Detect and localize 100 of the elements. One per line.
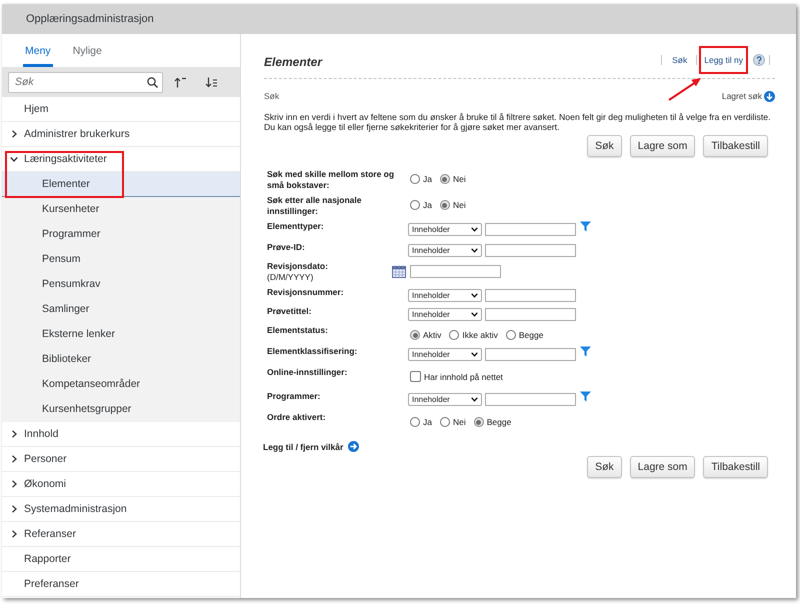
arrow-up-line-icon[interactable] [174, 76, 187, 88]
submenu-item[interactable]: Kompetanseområder [2, 372, 240, 397]
menu-item[interactable]: Økonomi [2, 472, 240, 497]
field-label: Elementklassifisering: [267, 346, 358, 357]
instructions-text: Skriv inn en verdi i hvert av feltene som du ønsker å bruke til å filtrere søket. Noen felt gir deg muligheten til å velge fra en verdiliste. Du kan også legge til eller fjerne søkekriterier for å gjøre søket mer avansert. [264, 113, 772, 132]
submenu-item[interactable]: Programmer [2, 222, 240, 247]
chevron-down-icon[interactable] [10, 155, 18, 163]
field-label: Elementtyper: [267, 221, 325, 232]
filter-icon[interactable] [580, 346, 591, 357]
down-arrow-circle-icon[interactable] [764, 90, 775, 102]
toolbar-link[interactable]: Søk [672, 54, 688, 64]
checkbox-label: Har innhold på nettet [424, 372, 503, 382]
radio-button[interactable] [449, 330, 460, 340]
menu-item[interactable]: Rapporter [2, 547, 240, 572]
radio-button[interactable] [410, 417, 420, 427]
save-as-button[interactable]: Lagre som [630, 456, 696, 478]
condition-dropdown[interactable]: Inneholder [408, 289, 482, 302]
add-remove-criteria-link[interactable]: Legg til / fjern vilkår [263, 442, 344, 452]
radio-label: Ja [423, 200, 432, 210]
field-label: Programmer: [267, 391, 322, 402]
text-field[interactable] [485, 348, 576, 361]
field-label: Prøvetittel: [267, 306, 312, 317]
right-arrow-circle-icon[interactable] [348, 441, 360, 452]
format-hint: (D/M/YYYY) [267, 272, 314, 283]
text-field[interactable] [485, 393, 576, 406]
arrow-down-lines-icon[interactable] [205, 76, 218, 88]
reset-button[interactable]: Tilbakestill [703, 456, 768, 478]
radio-button[interactable] [474, 417, 484, 427]
chevron-down-icon [471, 352, 478, 357]
search-icon[interactable] [147, 76, 158, 88]
menu-item[interactable]: Preferanser [2, 572, 240, 597]
text-field[interactable] [485, 244, 576, 257]
radio-label: Ikke aktiv [462, 330, 498, 340]
chevron-down-icon [471, 312, 478, 317]
condition-dropdown[interactable]: Inneholder [408, 223, 482, 236]
radio-button[interactable] [410, 200, 420, 210]
filter-icon[interactable] [580, 391, 591, 402]
radio-button[interactable] [410, 330, 420, 340]
submenu-item[interactable]: Elementer [2, 172, 240, 197]
field-label: Søk med skille mellom store og små bokstaver: [267, 169, 395, 191]
chevron-right-icon[interactable] [10, 530, 18, 538]
submenu-item[interactable]: Biblioteker [2, 347, 240, 372]
radio-button[interactable] [440, 200, 450, 210]
checkbox[interactable] [410, 371, 421, 382]
section-label: Søk [264, 91, 280, 101]
condition-dropdown[interactable]: Inneholder [408, 308, 482, 321]
menu-item[interactable]: Systemadministrasjon [2, 497, 240, 522]
submenu-item[interactable]: Eksterne lenker [2, 322, 240, 347]
submenu-item[interactable]: Kursenheter [2, 197, 240, 222]
submenu-item[interactable]: Pensum [2, 247, 240, 272]
text-field[interactable] [485, 223, 576, 236]
saved-search-link[interactable]: Lagret søk [722, 91, 762, 101]
field-label: Prøve-ID: [267, 242, 306, 253]
radio-label: Nei [452, 174, 466, 184]
radio-label: Ja [423, 174, 432, 184]
save-as-button[interactable]: Lagre som [630, 135, 696, 157]
radio-button[interactable] [410, 174, 420, 184]
radio-label: Nei [452, 417, 466, 427]
text-field[interactable] [485, 308, 576, 321]
search-field[interactable]: Søk [8, 72, 163, 92]
menu-tab[interactable]: Nylige [70, 34, 104, 67]
calendar-icon[interactable] [392, 265, 406, 278]
radio-label: Begge [518, 330, 544, 340]
field-label: Revisjonsdato: [267, 261, 329, 272]
filter-icon[interactable] [580, 221, 591, 232]
field-label: Online-innstillinger: [267, 367, 348, 378]
help-icon[interactable] [753, 54, 765, 66]
submenu-item[interactable]: Samlinger [2, 297, 240, 322]
chevron-right-icon[interactable] [10, 480, 18, 488]
chevron-right-icon[interactable] [10, 505, 18, 513]
condition-dropdown[interactable]: Inneholder [408, 244, 482, 257]
chevron-right-icon[interactable] [10, 455, 18, 463]
radio-label: Nei [452, 200, 466, 210]
field-label: Ordre aktivert: [267, 412, 327, 423]
radio-button[interactable] [440, 174, 450, 184]
text-field[interactable] [485, 289, 576, 302]
date-field[interactable] [410, 265, 501, 278]
menu-item[interactable]: Personer [2, 447, 240, 472]
chevron-right-icon[interactable] [10, 430, 18, 438]
menu-item[interactable]: Innhold [2, 422, 240, 447]
search-button[interactable]: Søk [587, 135, 622, 157]
menu-item[interactable]: Hjem [2, 97, 240, 122]
chevron-down-icon [471, 227, 478, 232]
page-title: Elementer [264, 54, 322, 69]
radio-button[interactable] [440, 417, 450, 427]
radio-button[interactable] [506, 330, 516, 340]
submenu-item[interactable]: Kursenhetsgrupper [2, 397, 240, 422]
menu-item[interactable]: Læringsaktiviteter [2, 147, 240, 172]
submenu-item[interactable]: Pensumkrav [2, 272, 240, 297]
menu-item[interactable]: Referanser [2, 522, 240, 547]
radio-label: Begge [486, 417, 512, 427]
condition-dropdown[interactable]: Inneholder [408, 393, 482, 406]
reset-button[interactable]: Tilbakestill [703, 135, 768, 157]
menu-item[interactable]: Administrer brukerkurs [2, 122, 240, 147]
toolbar-link[interactable]: Legg til ny [704, 54, 743, 64]
search-button[interactable]: Søk [587, 456, 622, 478]
chevron-right-icon[interactable] [10, 130, 18, 138]
field-label: Elementstatus: [267, 325, 329, 336]
radio-label: Aktiv [423, 330, 442, 340]
condition-dropdown[interactable]: Inneholder [408, 348, 482, 361]
